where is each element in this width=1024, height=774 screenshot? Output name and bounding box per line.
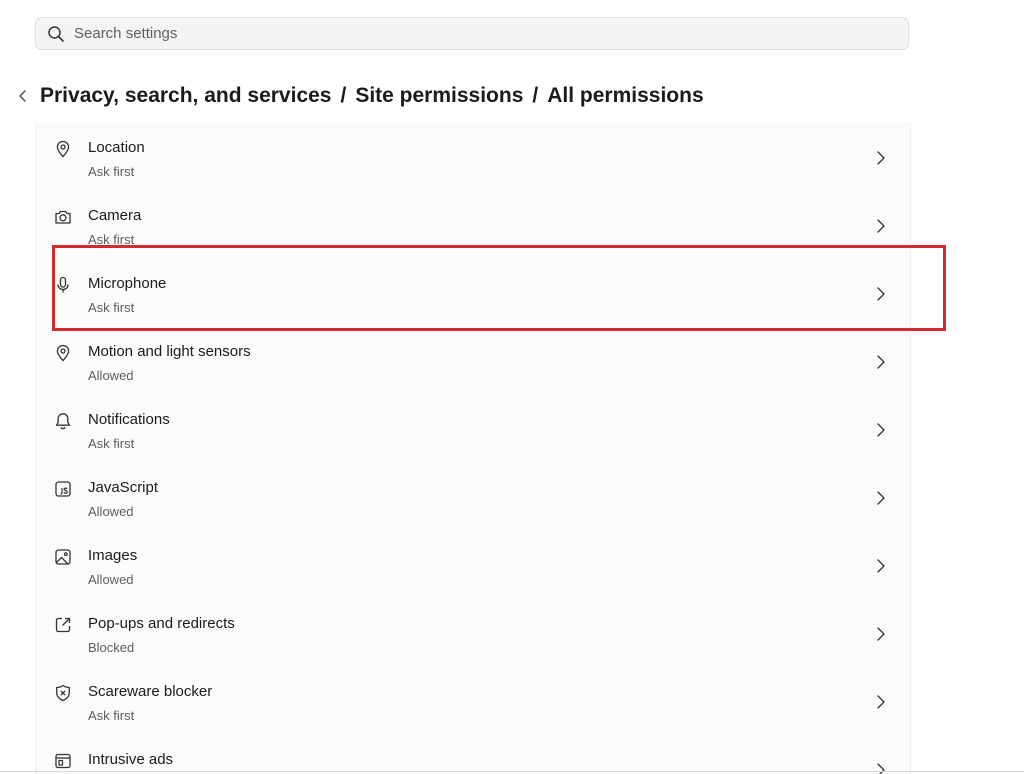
chevron-left-icon (19, 90, 26, 102)
permission-status: Allowed (88, 504, 134, 519)
permission-status: Ask first (88, 708, 135, 723)
permission-row-motion-sensors[interactable]: Motion and light sensors Allowed (36, 328, 910, 396)
breadcrumb-separator: / (340, 84, 347, 107)
permission-title: Scareware blocker (88, 683, 213, 700)
permission-status: Allowed (88, 368, 134, 383)
permission-title: Pop-ups and redirects (88, 615, 235, 632)
permission-title: Microphone (88, 275, 167, 292)
ad-window-icon (55, 753, 71, 769)
chevron-right-icon (877, 695, 885, 709)
camera-icon (55, 210, 71, 224)
shield-x-icon (56, 684, 70, 702)
permission-title: Location (88, 139, 145, 156)
permission-title: Motion and light sensors (88, 343, 251, 360)
bell-icon (55, 413, 71, 430)
page-title: All permissions (547, 84, 704, 107)
chevron-right-icon (877, 763, 885, 774)
permission-status: Ask first (88, 164, 135, 179)
javascript-icon (55, 481, 71, 497)
breadcrumb-item-privacy[interactable]: Privacy, search, and services (40, 84, 331, 108)
permissions-list: Location Ask first Camera Ask first Micr… (35, 122, 911, 774)
permission-row-microphone[interactable]: Microphone Ask first (36, 260, 910, 328)
back-button[interactable] (14, 82, 32, 110)
breadcrumb: Privacy, search, and services / Site per… (14, 82, 704, 110)
permission-row-intrusive-ads[interactable]: Intrusive ads (36, 736, 910, 774)
permission-row-notifications[interactable]: Notifications Ask first (36, 396, 910, 464)
chevron-right-icon (877, 627, 885, 641)
permission-row-images[interactable]: Images Allowed (36, 532, 910, 600)
permission-row-scareware-blocker[interactable]: Scareware blocker Ask first (36, 668, 910, 736)
permission-status: Blocked (88, 640, 135, 655)
search-input[interactable] (74, 25, 874, 42)
location-pin-icon (56, 140, 70, 158)
breadcrumb-separator: / (532, 84, 539, 107)
location-pin-icon (56, 344, 70, 362)
chevron-right-icon (877, 219, 885, 233)
permission-title: Images (88, 547, 138, 564)
divider (0, 771, 1024, 772)
chevron-right-icon (877, 355, 885, 369)
permission-title: Notifications (88, 411, 170, 428)
settings-page: Privacy, search, and services / Site per… (0, 0, 1024, 774)
search-box[interactable] (35, 17, 909, 50)
chevron-right-icon (877, 151, 885, 165)
breadcrumb-item-site-permissions[interactable]: Site permissions (355, 84, 523, 108)
chevron-right-icon (877, 287, 885, 301)
external-link-icon (55, 617, 71, 633)
permission-row-location[interactable]: Location Ask first (36, 124, 910, 192)
search-icon (48, 25, 64, 42)
permission-row-javascript[interactable]: JavaScript Allowed (36, 464, 910, 532)
permission-title: Intrusive ads (88, 751, 174, 768)
permission-status: Allowed (88, 572, 134, 587)
permission-status: Ask first (88, 436, 135, 451)
permission-title: Camera (88, 207, 142, 224)
permission-status: Ask first (88, 300, 135, 315)
chevron-right-icon (877, 559, 885, 573)
chevron-right-icon (877, 491, 885, 505)
permission-status: Ask first (88, 232, 135, 247)
image-icon (55, 549, 71, 565)
permission-row-camera[interactable]: Camera Ask first (36, 192, 910, 260)
permission-title: JavaScript (88, 479, 159, 496)
microphone-icon (57, 276, 69, 293)
permission-row-popups[interactable]: Pop-ups and redirects Blocked (36, 600, 910, 668)
chevron-right-icon (877, 423, 885, 437)
